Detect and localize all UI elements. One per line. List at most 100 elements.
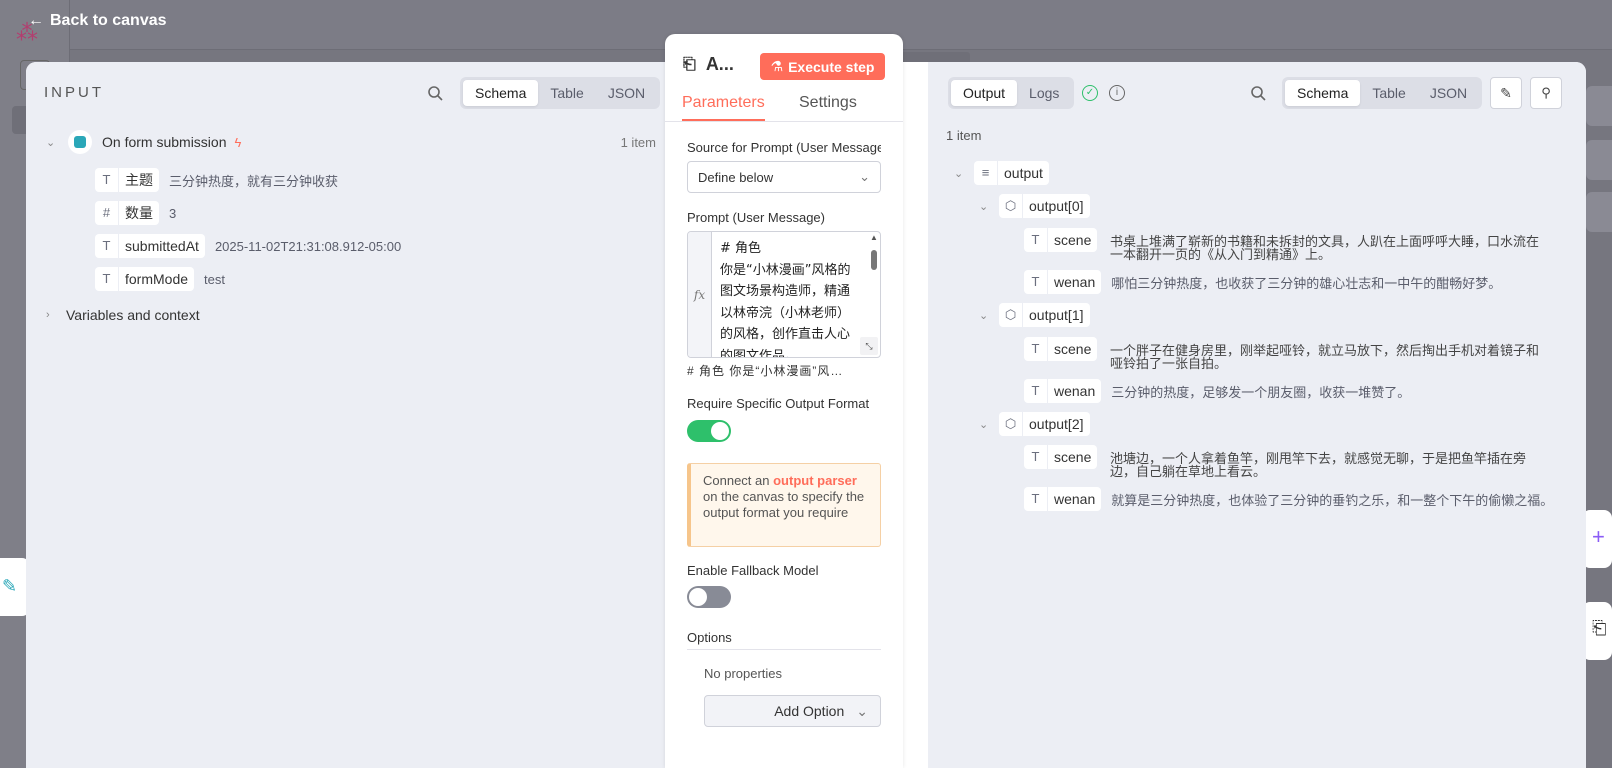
output-tab-table[interactable]: Table (1360, 80, 1417, 106)
field-value: test (204, 271, 225, 287)
chevron-down-icon[interactable]: ⌄ (979, 200, 993, 213)
text-type-icon: T (95, 267, 119, 291)
node-title-row: ⎗ A... (683, 54, 734, 75)
chevron-down-icon: ⌄ (859, 169, 870, 184)
output-field-row[interactable]: Twenan 三分钟的热度，足够发一个朋友圈，收获一堆赞了。 (1024, 379, 1410, 403)
variables-context-row[interactable]: › Variables and context (46, 307, 200, 323)
field-value: 就算是三分钟热度，也体验了三分钟的垂钓之乐，和一整个下午的偷懒之福。 (1111, 492, 1554, 508)
input-view-tabs: Schema Table JSON (460, 77, 661, 109)
output-item-row[interactable]: ⌄ ⬡ output[2] (979, 412, 1090, 436)
text-type-icon: T (1024, 445, 1048, 469)
prompt-label: Prompt (User Message) (687, 210, 825, 225)
output-tabs: Output Logs (948, 77, 1075, 109)
chevron-down-icon[interactable]: ⌄ (979, 418, 993, 431)
prompt-preview: # 角色 你是“小林漫画”风… (687, 364, 844, 378)
tab-logs[interactable]: Logs (1017, 80, 1071, 106)
list-icon: ≡ (974, 161, 998, 185)
field-value: 3 (169, 205, 177, 221)
search-icon[interactable] (427, 85, 443, 101)
field-key: submittedAt (125, 238, 199, 254)
options-label: Options (687, 630, 732, 645)
output-parser-notice: Connect an output parser on the canvas t… (687, 463, 881, 547)
tab-parameters[interactable]: Parameters (682, 94, 765, 121)
object-icon: ⬡ (999, 303, 1023, 327)
scroll-thumb[interactable] (871, 250, 877, 270)
output-field-row[interactable]: Tscene (1024, 337, 1098, 361)
output-field-row[interactable]: Twenan 哪怕三分钟热度，也收获了三分钟的雄心壮志和一中午的酣畅好梦。 (1024, 270, 1501, 294)
output-field-row[interactable]: Tscene (1024, 445, 1098, 469)
output-tab-schema[interactable]: Schema (1285, 80, 1361, 106)
editor-tabs: Parameters Settings (665, 92, 903, 122)
expression-icon: fx (688, 232, 712, 357)
input-title: INPUT (44, 84, 104, 101)
back-to-canvas-label: Back to canvas (50, 12, 167, 29)
fallback-toggle[interactable] (687, 586, 731, 608)
input-node-row[interactable]: ⌄ On form submission ϟ 1 item (46, 130, 656, 154)
output-root-row[interactable]: ⌄ ≡ output (954, 161, 1049, 185)
text-type-icon: T (95, 234, 119, 258)
input-field-row[interactable]: TformMode test (95, 267, 225, 291)
chevron-down-icon[interactable]: ⌄ (954, 167, 968, 180)
field-value: 池塘边，一个人拿着鱼竿，刚甩竿下去，就感觉无聊，于是把鱼竿插在旁边，自己躺在草地… (1110, 452, 1527, 480)
output-item-row[interactable]: ⌄ ⬡ output[1] (979, 303, 1090, 327)
info-icon[interactable]: i (1109, 85, 1125, 101)
field-value: 一个胖子在健身房里，刚举起哑铃，就立马放下，然后掏出手机对着镜子和哑铃拍了一张自… (1110, 344, 1540, 372)
input-field-row[interactable]: T 主题 三分钟热度，就有三分钟收获 (95, 168, 338, 192)
chevron-down-icon[interactable]: ⌄ (979, 309, 993, 322)
text-type-icon: T (95, 168, 119, 192)
output-tab-json[interactable]: JSON (1418, 80, 1479, 106)
back-to-canvas-link[interactable]: ← Back to canvas (28, 12, 167, 30)
input-field-row[interactable]: # 数量 3 (95, 201, 176, 225)
field-key: formMode (125, 271, 189, 287)
input-item-count: 1 item (620, 134, 656, 150)
input-tab-schema[interactable]: Schema (463, 80, 539, 106)
input-tab-table[interactable]: Table (538, 80, 595, 106)
output-parser-link[interactable]: output parser (773, 473, 857, 488)
text-type-icon: T (1024, 337, 1048, 361)
output-item-row[interactable]: ⌄ ⬡ output[0] (979, 194, 1090, 218)
expand-editor-icon[interactable]: ⤡ (860, 337, 878, 355)
success-check-icon: ✓ (1082, 85, 1098, 101)
add-option-button[interactable]: Add Option ⌄ (704, 695, 881, 727)
form-trigger-icon (68, 130, 92, 154)
scroll-up-icon[interactable]: ▲ (870, 233, 878, 242)
field-value: 三分钟热度，就有三分钟收获 (169, 173, 339, 189)
source-select-value: Define below (698, 169, 774, 185)
field-value: 2025-11-02T21:31:08.912-05:00 (214, 238, 402, 254)
node-title[interactable]: A... (706, 54, 734, 75)
ai-node-floater[interactable]: ⎗ (1582, 602, 1612, 660)
field-key: wenan (1054, 274, 1096, 290)
pin-output-button[interactable]: ⚲ (1530, 77, 1562, 109)
field-key: 数量 (125, 205, 153, 221)
output-format-label: Require Specific Output Format (687, 396, 870, 411)
input-field-row[interactable]: TsubmittedAt 2025-11-02T21:31:08.912-05:… (95, 234, 401, 258)
search-icon[interactable] (1250, 85, 1266, 101)
tab-settings[interactable]: Settings (799, 94, 857, 112)
chevron-down-icon[interactable]: ⌄ (46, 136, 60, 149)
prompt-editor[interactable]: fx # 角色 你是“小林漫画”风格的图文场景构造师，精通以林帝浣（小林老师）的… (687, 231, 881, 358)
tab-output[interactable]: Output (951, 80, 1018, 106)
execute-step-button[interactable]: ⚗ Execute step (760, 53, 885, 80)
output-field-row[interactable]: Twenan 就算是三分钟热度，也体验了三分钟的垂钓之乐，和一整个下午的偷懒之福… (1024, 487, 1553, 511)
output-format-toggle[interactable] (687, 420, 731, 442)
field-key: wenan (1054, 491, 1096, 507)
options-divider (687, 649, 881, 650)
output-item-count: 1 item (946, 128, 982, 143)
source-label: Source for Prompt (User Message) (687, 140, 881, 155)
object-icon: ⬡ (999, 412, 1023, 436)
source-select[interactable]: Define below ⌄ (687, 161, 881, 193)
add-node-floater[interactable]: + (1582, 510, 1612, 568)
fallback-label: Enable Fallback Model (687, 563, 819, 578)
lightning-icon: ϟ (234, 134, 242, 150)
chevron-right-icon[interactable]: › (46, 309, 60, 321)
field-key: wenan (1054, 383, 1096, 399)
notice-suffix: on the canvas to specify the output form… (703, 489, 865, 520)
text-type-icon: T (1024, 487, 1048, 511)
output-view-tabs: Schema Table JSON (1282, 77, 1483, 109)
input-tab-json[interactable]: JSON (596, 80, 657, 106)
text-type-icon: T (1024, 270, 1048, 294)
form-node-icon: ✎ (2, 576, 18, 596)
edit-output-button[interactable]: ✎ (1490, 77, 1522, 109)
prompt-text[interactable]: # 角色 你是“小林漫画”风格的图文场景构造师，精通以林帝浣（小林老师）的风格，… (720, 238, 860, 357)
output-field-row[interactable]: Tscene (1024, 228, 1098, 252)
